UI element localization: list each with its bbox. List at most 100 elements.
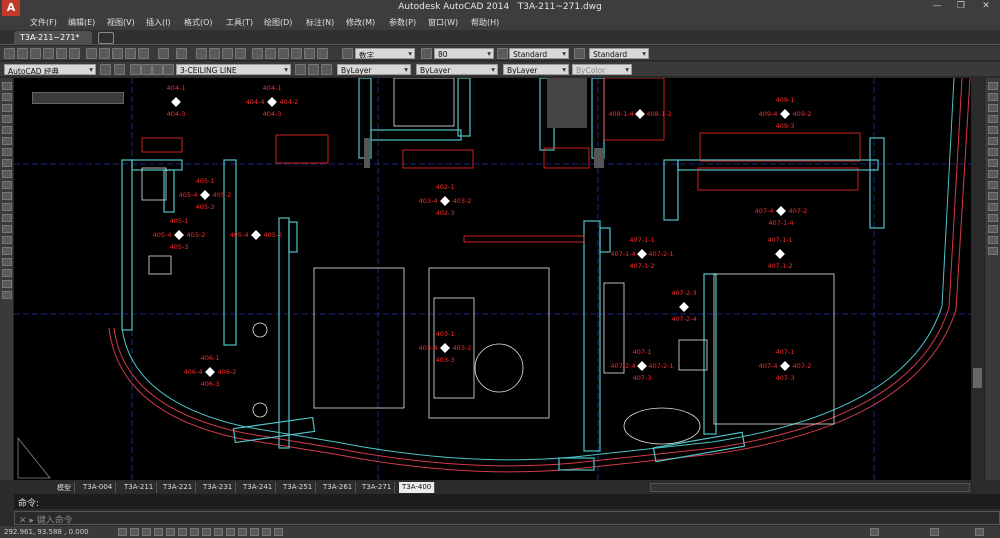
- tab-t3a-221[interactable]: T3A-221: [160, 482, 197, 493]
- tab-t3a-241[interactable]: T3A-241: [240, 482, 277, 493]
- tab-t3a-261[interactable]: T3A-261: [320, 482, 357, 493]
- scale-icon[interactable]: [988, 159, 998, 167]
- rotate-icon[interactable]: [988, 148, 998, 156]
- layer-select[interactable]: 3-CEILING LINE: [176, 64, 291, 75]
- new-tab-button[interactable]: [98, 32, 114, 44]
- circle-icon[interactable]: [2, 148, 12, 156]
- table-icon[interactable]: [2, 269, 12, 277]
- match-properties-icon[interactable]: [125, 48, 136, 59]
- transparency-icon[interactable]: [250, 528, 259, 536]
- restore-button[interactable]: ❐: [950, 1, 972, 15]
- make-block-icon[interactable]: [2, 214, 12, 222]
- tab-t3a-251[interactable]: T3A-251: [280, 482, 317, 493]
- revcloud-icon[interactable]: [2, 159, 12, 167]
- linetype-select[interactable]: ByLayer: [416, 64, 498, 75]
- close-button[interactable]: ✕: [975, 1, 997, 15]
- tab-t3a-400[interactable]: T3A-400: [399, 482, 436, 493]
- table-style-select[interactable]: Standard: [589, 48, 649, 59]
- spline-icon[interactable]: [2, 170, 12, 178]
- view-float-toolbar[interactable]: [32, 92, 124, 104]
- copy-icon[interactable]: [99, 48, 110, 59]
- hatch-icon[interactable]: [2, 236, 12, 244]
- workspace-settings-icon[interactable]: [100, 64, 111, 75]
- menu-edit[interactable]: 编辑(E): [68, 17, 95, 28]
- ellipse-arc-icon[interactable]: [2, 192, 12, 200]
- menu-modify[interactable]: 修改(M): [346, 17, 375, 28]
- lineweight-select[interactable]: ByLayer: [503, 64, 569, 75]
- offset-icon[interactable]: [988, 115, 998, 123]
- annotation-scale-icon[interactable]: [870, 528, 879, 536]
- tool-palettes-icon[interactable]: [278, 48, 289, 59]
- pan-icon[interactable]: [196, 48, 207, 59]
- 3d-osnap-icon[interactable]: [190, 528, 199, 536]
- quickcalc-icon[interactable]: [317, 48, 328, 59]
- dim-style-select[interactable]: Standard: [509, 48, 569, 59]
- grid-display-icon[interactable]: [142, 528, 151, 536]
- dim-scale-select[interactable]: 80: [434, 48, 494, 59]
- plot-style-select[interactable]: ByColor: [572, 64, 632, 75]
- document-tab[interactable]: T3A-211~271*: [14, 31, 92, 45]
- tab-t3a-271[interactable]: T3A-271: [359, 482, 396, 493]
- vertical-scrollbar[interactable]: [971, 78, 984, 480]
- infer-constraints-icon[interactable]: [118, 528, 127, 536]
- print-icon[interactable]: [43, 48, 54, 59]
- text-style-select[interactable]: 数字: [355, 48, 415, 59]
- menu-format[interactable]: 格式(O): [184, 17, 213, 28]
- polar-tracking-icon[interactable]: [166, 528, 175, 536]
- menu-dimension[interactable]: 标注(N): [306, 17, 334, 28]
- menu-insert[interactable]: 插入(I): [146, 17, 171, 28]
- menu-file[interactable]: 文件(F): [30, 17, 57, 28]
- redo-icon[interactable]: [176, 48, 187, 59]
- array-icon[interactable]: [988, 126, 998, 134]
- object-snap-icon[interactable]: [178, 528, 187, 536]
- ellipse-icon[interactable]: [2, 181, 12, 189]
- lineweight-icon[interactable]: [238, 528, 247, 536]
- zoom-window-icon[interactable]: [222, 48, 233, 59]
- block-editor-icon[interactable]: [138, 48, 149, 59]
- layer-states-icon[interactable]: [321, 64, 332, 75]
- construction-line-icon[interactable]: [2, 93, 12, 101]
- ortho-mode-icon[interactable]: [154, 528, 163, 536]
- sheet-set-icon[interactable]: [291, 48, 302, 59]
- chamfer-icon[interactable]: [988, 225, 998, 233]
- properties-icon[interactable]: [252, 48, 263, 59]
- tab-t3a-231[interactable]: T3A-231: [200, 482, 237, 493]
- markup-icon[interactable]: [304, 48, 315, 59]
- dynamic-ucs-icon[interactable]: [214, 528, 223, 536]
- trim-icon[interactable]: [988, 181, 998, 189]
- break-icon[interactable]: [988, 203, 998, 211]
- tab-t3a-211[interactable]: T3A-211: [121, 482, 158, 493]
- undo-icon[interactable]: [158, 48, 169, 59]
- publish-icon[interactable]: [69, 48, 80, 59]
- mirror-icon[interactable]: [988, 104, 998, 112]
- region-icon[interactable]: [2, 258, 12, 266]
- menu-help[interactable]: 帮助(H): [471, 17, 499, 28]
- workspace-switch-icon[interactable]: [930, 528, 939, 536]
- layer-lock-icon[interactable]: [152, 64, 163, 75]
- workspace-select[interactable]: AutoCAD 经典: [4, 64, 96, 75]
- quick-properties-icon[interactable]: [262, 528, 271, 536]
- layer-properties-icon[interactable]: [114, 64, 125, 75]
- menu-parameters[interactable]: 参数(P): [389, 17, 416, 28]
- snap-mode-icon[interactable]: [130, 528, 139, 536]
- preview-icon[interactable]: [56, 48, 67, 59]
- clean-screen-icon[interactable]: [975, 528, 984, 536]
- line-icon[interactable]: [2, 82, 12, 90]
- menu-tools[interactable]: 工具(T): [226, 17, 253, 28]
- add-selected-icon[interactable]: [2, 291, 12, 299]
- make-current-icon[interactable]: [295, 64, 306, 75]
- explode-icon[interactable]: [988, 247, 998, 255]
- arc-icon[interactable]: [2, 137, 12, 145]
- menu-window[interactable]: 窗口(W): [428, 17, 458, 28]
- gradient-icon[interactable]: [2, 247, 12, 255]
- scroll-thumb[interactable]: [973, 368, 982, 388]
- polyline-icon[interactable]: [2, 104, 12, 112]
- menu-draw[interactable]: 绘图(D): [264, 17, 292, 28]
- open-icon[interactable]: [17, 48, 28, 59]
- layer-freeze-icon[interactable]: [141, 64, 152, 75]
- extend-icon[interactable]: [988, 192, 998, 200]
- dynamic-input-icon[interactable]: [226, 528, 235, 536]
- insert-block-icon[interactable]: [2, 203, 12, 211]
- erase-icon[interactable]: [988, 82, 998, 90]
- selection-cycling-icon[interactable]: [274, 528, 283, 536]
